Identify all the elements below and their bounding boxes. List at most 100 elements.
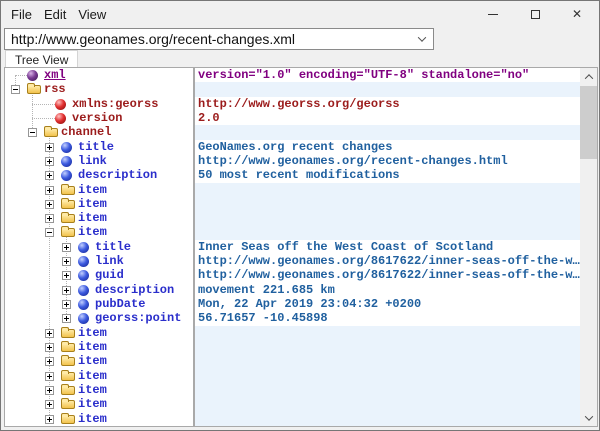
- element-icon: [78, 242, 89, 253]
- url-combobox[interactable]: http://www.geonames.org/recent-changes.x…: [4, 28, 434, 50]
- tree-node-link[interactable]: link: [5, 154, 193, 168]
- menu-view[interactable]: View: [72, 4, 112, 25]
- expand-icon[interactable]: [45, 400, 54, 409]
- tree-node-item[interactable]: item: [5, 211, 193, 225]
- tree-node-label: channel: [61, 125, 111, 139]
- expand-icon[interactable]: [45, 386, 54, 395]
- expand-icon[interactable]: [45, 143, 54, 152]
- value-text: 56.71657 -10.45898: [198, 311, 328, 325]
- tree-node-item[interactable]: item: [5, 383, 193, 397]
- expand-icon[interactable]: [45, 171, 54, 180]
- expand-icon[interactable]: [45, 186, 54, 195]
- menu-edit[interactable]: Edit: [38, 4, 72, 25]
- tree-node-item[interactable]: item: [5, 397, 193, 411]
- expand-icon[interactable]: [62, 271, 71, 280]
- maximize-button[interactable]: [514, 1, 556, 27]
- expand-icon[interactable]: [45, 372, 54, 381]
- element-icon: [78, 256, 89, 267]
- expand-icon[interactable]: [45, 415, 54, 424]
- collapse-icon[interactable]: [28, 128, 37, 137]
- tree-node-pubDate[interactable]: pubDate: [5, 297, 193, 311]
- tree-node-title[interactable]: title: [5, 240, 193, 254]
- close-icon: ✕: [572, 8, 582, 20]
- value-row: [195, 369, 580, 383]
- expand-icon[interactable]: [45, 357, 54, 366]
- expand-icon[interactable]: [62, 300, 71, 309]
- tree-node-item[interactable]: item: [5, 326, 193, 340]
- tree-node-title[interactable]: title: [5, 140, 193, 154]
- value-row: [195, 183, 580, 197]
- value-row: [195, 326, 580, 340]
- value-row: [195, 211, 580, 225]
- minimize-button[interactable]: [472, 1, 514, 27]
- folder-icon: [61, 200, 75, 209]
- tree-node-guid[interactable]: guid: [5, 268, 193, 282]
- tree-node-label: version: [72, 111, 122, 125]
- collapse-icon[interactable]: [11, 85, 20, 94]
- close-button[interactable]: ✕: [556, 1, 598, 27]
- tree-node-rss[interactable]: rss: [5, 82, 193, 96]
- expand-icon[interactable]: [62, 286, 71, 295]
- value-row: [195, 383, 580, 397]
- expand-icon[interactable]: [62, 257, 71, 266]
- expand-icon[interactable]: [45, 343, 54, 352]
- expand-icon[interactable]: [45, 329, 54, 338]
- tree-node-item[interactable]: item: [5, 369, 193, 383]
- value-row: Mon, 22 Apr 2019 23:04:32 +0200: [195, 297, 580, 311]
- value-row: version="1.0" encoding="UTF-8" standalon…: [195, 68, 580, 82]
- folder-icon: [61, 214, 75, 223]
- tree-node-item[interactable]: item: [5, 183, 193, 197]
- value-row: http://www.geonames.org/8617622/inner-se…: [195, 254, 580, 268]
- tree-node-label: item: [78, 369, 107, 383]
- folder-icon: [61, 329, 75, 338]
- tree-node-description[interactable]: description: [5, 283, 193, 297]
- menus: FileEditView: [1, 4, 112, 25]
- tree-node-version[interactable]: version: [5, 111, 193, 125]
- vertical-scrollbar[interactable]: [580, 68, 597, 426]
- expand-icon[interactable]: [45, 200, 54, 209]
- tree-node-georss:point[interactable]: georss:point: [5, 311, 193, 325]
- scroll-thumb[interactable]: [580, 86, 597, 159]
- tree-node-item[interactable]: item: [5, 225, 193, 239]
- tree-node-label: title: [95, 240, 131, 254]
- value-row: http://www.geonames.org/recent-changes.h…: [195, 154, 580, 168]
- value-row: [195, 225, 580, 239]
- value-text: http://www.georss.org/georss: [198, 97, 400, 111]
- scroll-down-button[interactable]: [580, 409, 597, 426]
- folder-icon: [61, 228, 75, 237]
- folder-icon: [61, 186, 75, 195]
- minimize-icon: [488, 14, 498, 15]
- tree-node-xmlns:georss[interactable]: xmlns:georss: [5, 97, 193, 111]
- expand-icon[interactable]: [45, 157, 54, 166]
- folder-icon: [61, 357, 75, 366]
- tree-node-item[interactable]: item: [5, 340, 193, 354]
- value-row: movement 221.685 km: [195, 283, 580, 297]
- window-controls: ✕: [472, 1, 598, 27]
- expand-icon[interactable]: [45, 214, 54, 223]
- tree-node-label: item: [78, 383, 107, 397]
- scroll-up-button[interactable]: [580, 68, 597, 85]
- tree-node-item[interactable]: item: [5, 412, 193, 426]
- menu-file[interactable]: File: [5, 4, 38, 25]
- value-row: 2.0: [195, 111, 580, 125]
- chevron-down-icon[interactable]: [411, 29, 433, 49]
- expand-icon[interactable]: [62, 243, 71, 252]
- tree-node-xml[interactable]: xml: [5, 68, 193, 82]
- tree-node-item[interactable]: item: [5, 354, 193, 368]
- tab-tree-view[interactable]: Tree View: [5, 50, 78, 68]
- element-icon: [78, 270, 89, 281]
- element-icon: [78, 313, 89, 324]
- tree-node-link[interactable]: link: [5, 254, 193, 268]
- collapse-icon[interactable]: [45, 228, 54, 237]
- value-row: [195, 82, 580, 96]
- chevron-up-icon: [584, 74, 592, 82]
- value-row: 56.71657 -10.45898: [195, 311, 580, 325]
- tree-node-channel[interactable]: channel: [5, 125, 193, 139]
- tree-node-item[interactable]: item: [5, 197, 193, 211]
- tree-node-label: pubDate: [95, 297, 145, 311]
- tree-node-description[interactable]: description: [5, 168, 193, 182]
- folder-icon: [27, 85, 41, 94]
- expand-icon[interactable]: [62, 314, 71, 323]
- tree-node-label: description: [95, 283, 174, 297]
- folder-icon: [61, 415, 75, 424]
